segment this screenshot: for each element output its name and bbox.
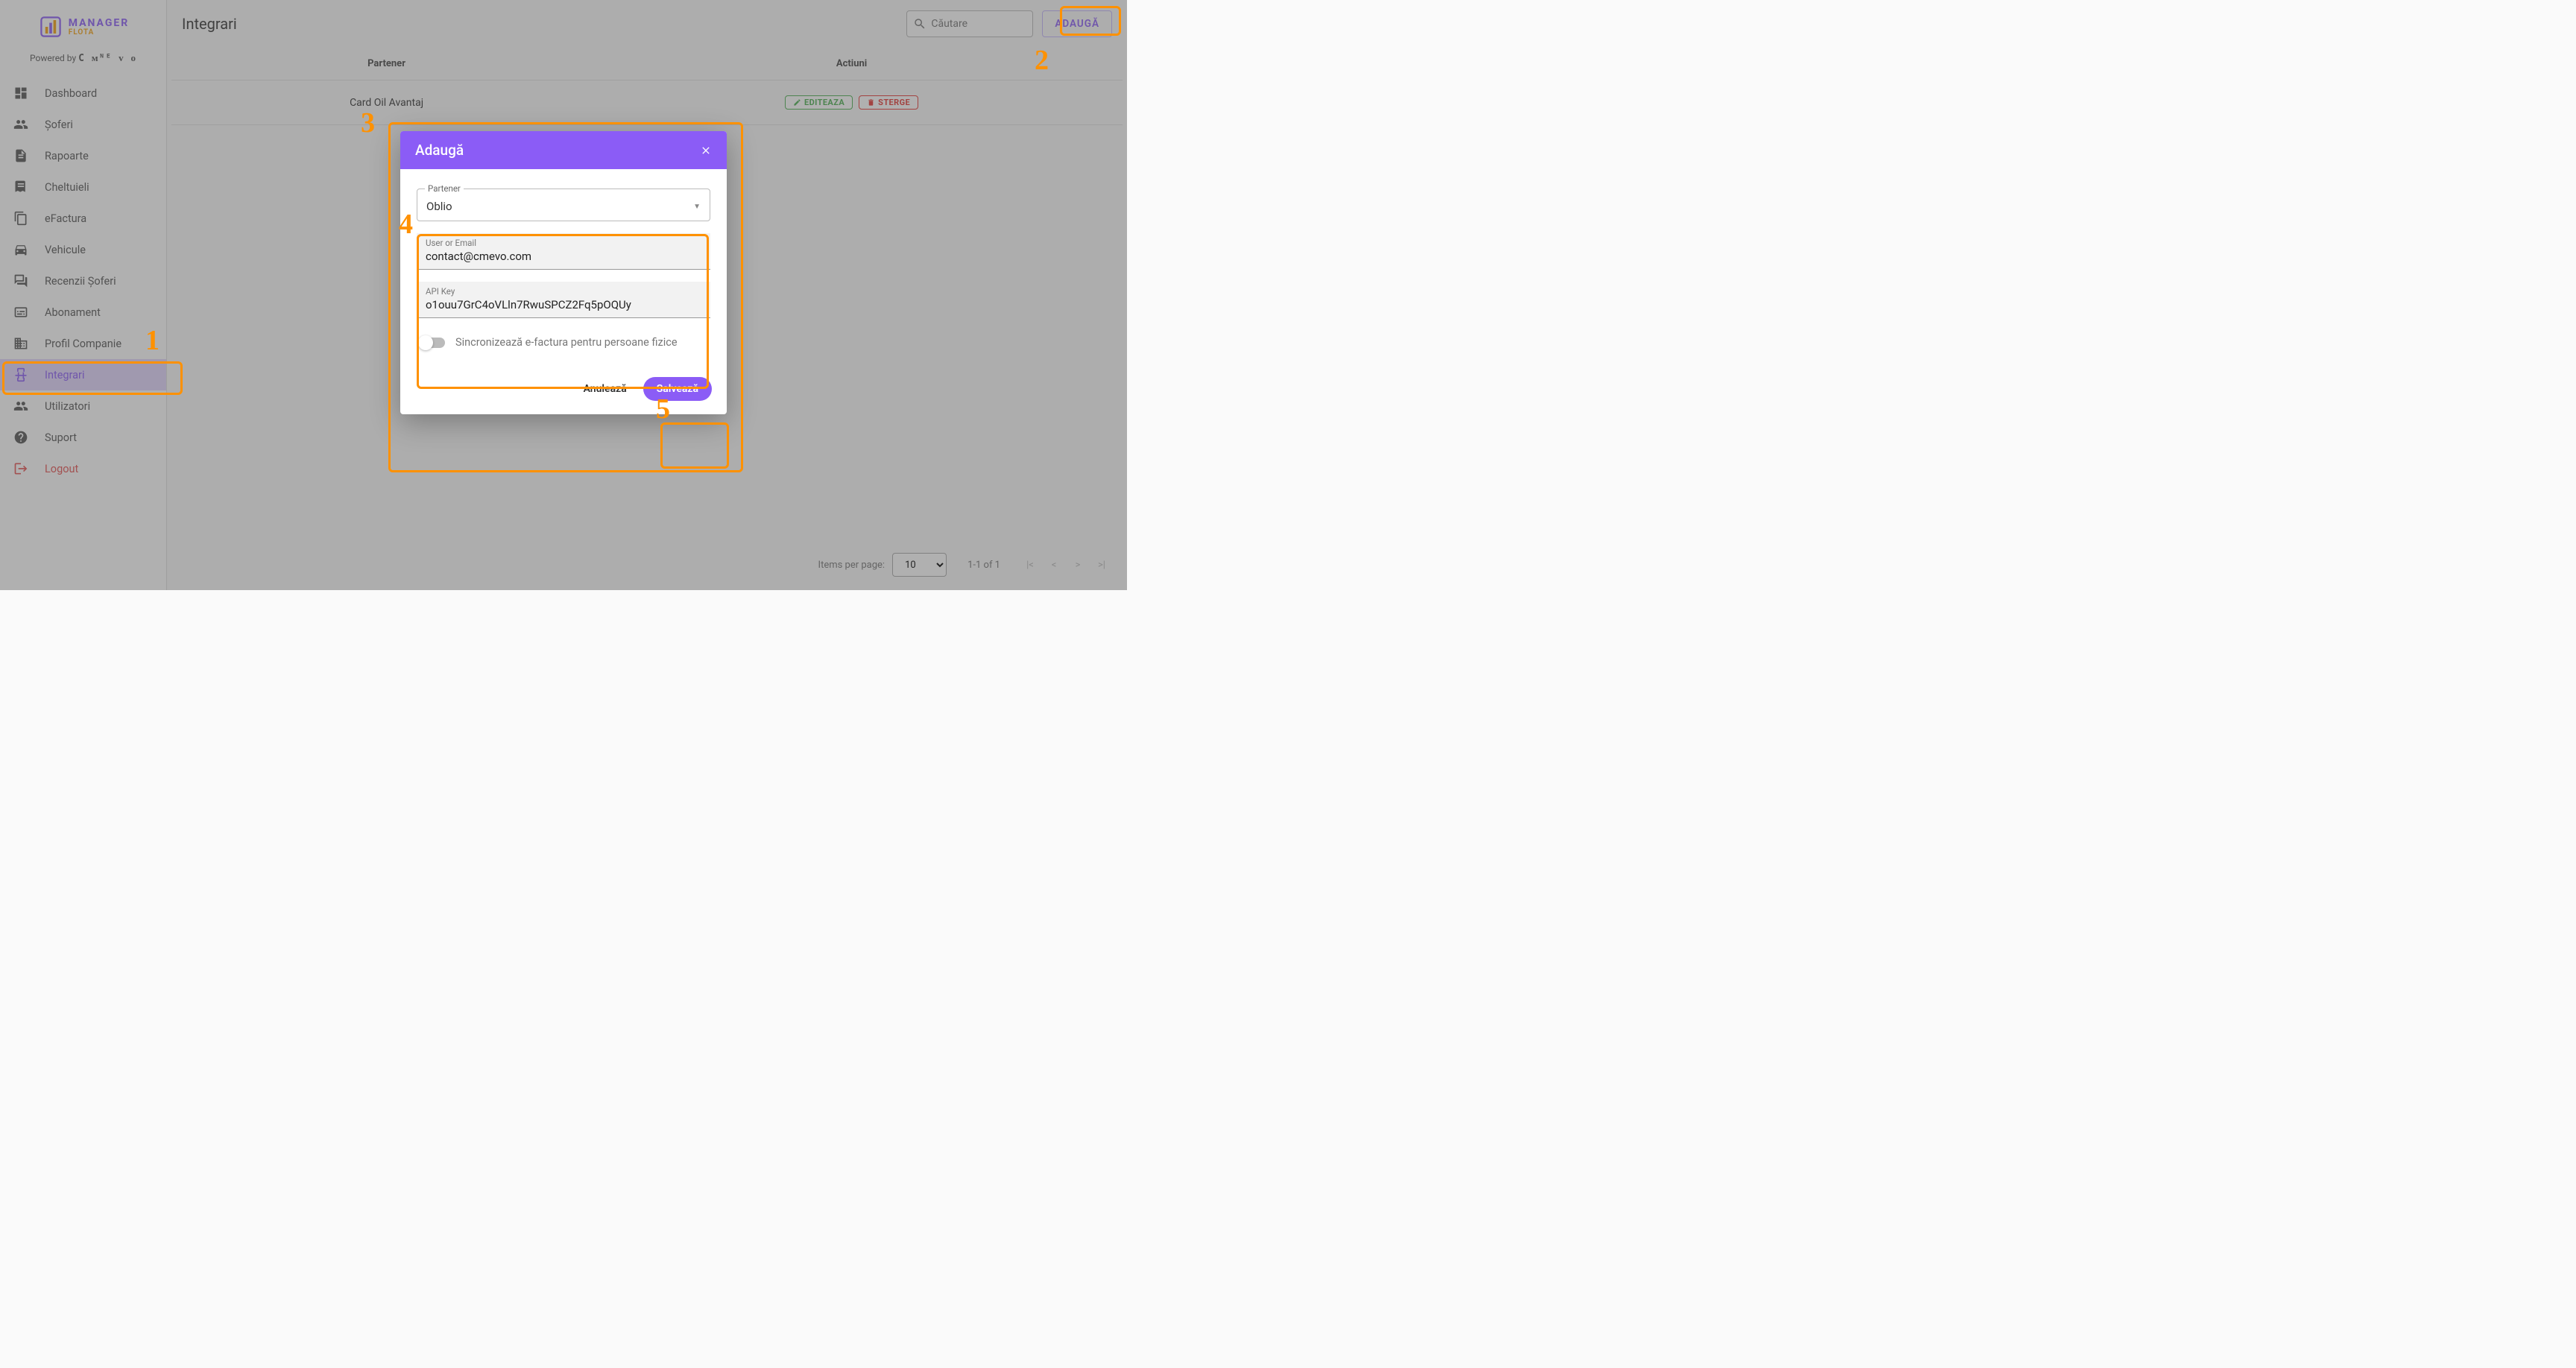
modal-overlay[interactable]: Adaugă Partener Oblio ▼ User or Email AP… xyxy=(0,0,1127,590)
sync-toggle-label: Sincronizează e-factura pentru persoane … xyxy=(455,336,678,349)
add-modal: Adaugă Partener Oblio ▼ User or Email AP… xyxy=(400,131,727,414)
user-email-label: User or Email xyxy=(426,238,701,248)
modal-header: Adaugă xyxy=(400,131,727,169)
sync-toggle[interactable] xyxy=(420,338,445,348)
chevron-down-icon: ▼ xyxy=(693,203,701,211)
cancel-button[interactable]: Anulează xyxy=(575,377,636,401)
close-icon[interactable] xyxy=(700,145,712,156)
save-button[interactable]: Salvează xyxy=(643,377,712,401)
user-email-input[interactable] xyxy=(426,248,701,265)
api-key-input[interactable] xyxy=(426,297,701,313)
partner-value: Oblio xyxy=(426,200,452,213)
user-email-field[interactable]: User or Email xyxy=(417,233,710,270)
partner-select[interactable]: Partener Oblio ▼ xyxy=(417,189,710,221)
partner-label: Partener xyxy=(425,183,464,194)
api-key-label: API Key xyxy=(426,286,701,297)
api-key-field[interactable]: API Key xyxy=(417,282,710,318)
modal-title: Adaugă xyxy=(415,142,464,159)
